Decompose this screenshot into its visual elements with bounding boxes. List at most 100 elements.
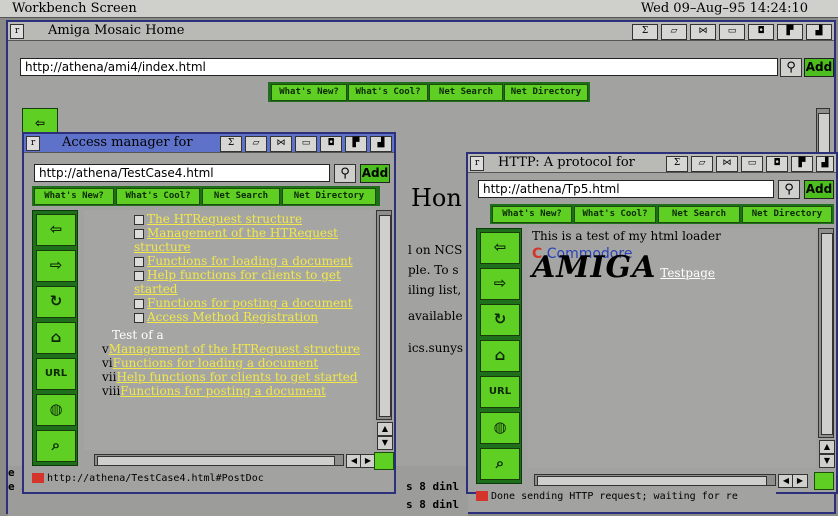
main-heading: Hon (411, 184, 462, 212)
numbered-link[interactable]: Management of the HTRequest structure (109, 342, 360, 356)
globe-icon[interactable]: ◍ (36, 394, 76, 426)
link-help-functions[interactable]: Help functions for clients to get starte… (134, 268, 341, 296)
amiga-logo: AMIGA (532, 250, 657, 285)
main-nav-bar: What's New? What's Cool? Net Search Net … (268, 82, 590, 102)
scroll-down-icon[interactable]: ▼ (377, 436, 393, 450)
http-add-button[interactable]: Add (804, 180, 834, 199)
access-status-light (374, 452, 394, 470)
scroll-thumb[interactable] (821, 233, 833, 435)
main-titlebar[interactable]: r Amiga Mosaic Home Σ ▱ ⋈ ▭ ◘ ▛ ▟ (8, 22, 834, 41)
scroll-up-icon[interactable]: ▲ (377, 422, 393, 436)
shell-line: s 8 dinl (406, 480, 459, 493)
numbered-link[interactable]: Functions for loading a document (113, 356, 319, 370)
zoom-icon[interactable]: Σ (666, 155, 688, 172)
lock-icon[interactable]: ⋈ (690, 23, 716, 40)
stop-icon[interactable] (476, 491, 488, 501)
front-icon[interactable]: ▛ (345, 135, 367, 152)
net-search-button[interactable]: Net Search (429, 84, 503, 101)
reload-icon[interactable]: ↻ (480, 304, 520, 336)
hscroll-thumb[interactable] (537, 476, 767, 486)
resize-icon[interactable]: ▭ (719, 23, 745, 40)
search-icon[interactable]: ⚲ (780, 58, 802, 77)
http-titlebar[interactable]: r HTTP: A protocol for Σ ▱ ⋈ ▭ ◘ ▛ ▟ (468, 154, 836, 173)
back-icon[interactable]: ⇦ (36, 214, 76, 246)
depth-icon[interactable]: ▟ (816, 155, 834, 172)
home-icon[interactable]: ⌂ (36, 322, 76, 354)
numbered-link[interactable]: Help functions for clients to get starte… (116, 370, 357, 384)
testpage-link[interactable]: Testpage (660, 266, 715, 280)
http-url-field[interactable]: http://athena/Tp5.html (478, 180, 774, 198)
intro-text: This is a test of my html loader (532, 229, 721, 243)
net-directory-button[interactable]: Net Directory (504, 84, 588, 101)
main-url-field[interactable]: http://athena/ami4/index.html (20, 58, 778, 76)
link-htrequest-structure[interactable]: The HTRequest structure (147, 212, 302, 226)
item-number: vii (102, 370, 117, 384)
forward-icon[interactable]: ⇨ (36, 250, 76, 282)
link-access-method[interactable]: Access Method Registration (147, 310, 318, 324)
close-icon[interactable]: r (470, 156, 484, 171)
http-hscrollbar[interactable] (534, 474, 776, 486)
resize-icon[interactable]: ▭ (295, 135, 317, 152)
iconify-icon[interactable]: ▱ (661, 23, 687, 40)
back-icon[interactable]: ⇦ (480, 232, 520, 264)
hscroll-thumb[interactable] (97, 456, 335, 466)
access-scrollbar[interactable] (376, 210, 392, 420)
scroll-right-icon[interactable]: ▶ (792, 474, 808, 488)
close-icon[interactable]: r (10, 24, 24, 39)
url-icon[interactable]: URL (36, 358, 76, 390)
access-titlebar[interactable]: r Access manager for Σ ▱ ⋈ ▭ ◘ ▛ ▟ (24, 134, 394, 153)
resize-icon[interactable]: ▭ (741, 155, 763, 172)
reload-icon[interactable]: ↻ (36, 286, 76, 318)
depth-icon[interactable]: ▟ (370, 135, 392, 152)
access-url-field[interactable]: http://athena/TestCase4.html (34, 164, 330, 182)
whats-new-button[interactable]: What's New? (34, 188, 114, 205)
net-search-button[interactable]: Net Search (202, 188, 280, 205)
scroll-up-icon[interactable]: ▲ (819, 440, 835, 454)
zoom-icon[interactable]: Σ (632, 23, 658, 40)
bullet-icon (134, 214, 144, 225)
search-icon[interactable]: ⚲ (778, 180, 800, 199)
search-doc-icon[interactable]: ⌕ (36, 430, 76, 462)
forward-icon[interactable]: ⇨ (480, 268, 520, 300)
http-scrollbar[interactable] (818, 228, 834, 438)
home-icon[interactable]: ⌂ (480, 340, 520, 372)
window-icon[interactable]: ◘ (766, 155, 788, 172)
http-status-light (814, 472, 834, 490)
scroll-down-icon[interactable]: ▼ (819, 454, 835, 468)
whats-new-button[interactable]: What's New? (271, 84, 347, 101)
zoom-icon[interactable]: Σ (220, 135, 242, 152)
access-add-button[interactable]: Add (360, 164, 390, 183)
lock-icon[interactable]: ⋈ (716, 155, 738, 172)
link-posting-document[interactable]: Functions for posting a document (147, 296, 353, 310)
search-doc-icon[interactable]: ⌕ (480, 448, 520, 480)
net-directory-button[interactable]: Net Directory (742, 206, 832, 223)
search-icon[interactable]: ⚲ (334, 164, 356, 183)
workbench-title: Workbench Screen (12, 1, 137, 16)
link-management-htrequest[interactable]: Management of the HTRequest structure (134, 226, 338, 254)
access-hscrollbar[interactable] (94, 454, 344, 466)
front-icon[interactable]: ▛ (777, 23, 803, 40)
scroll-thumb[interactable] (379, 215, 391, 417)
front-icon[interactable]: ▛ (791, 155, 813, 172)
whats-cool-button[interactable]: What's Cool? (116, 188, 200, 205)
body-line: l on NCS (408, 243, 463, 257)
window-icon[interactable]: ◘ (320, 135, 342, 152)
iconify-icon[interactable]: ▱ (691, 155, 713, 172)
net-directory-button[interactable]: Net Directory (282, 188, 376, 205)
whats-cool-button[interactable]: What's Cool? (574, 206, 656, 223)
globe-icon[interactable]: ◍ (480, 412, 520, 444)
depth-icon[interactable]: ▟ (806, 23, 832, 40)
whats-new-button[interactable]: What's New? (492, 206, 572, 223)
window-icon[interactable]: ◘ (748, 23, 774, 40)
iconify-icon[interactable]: ▱ (245, 135, 267, 152)
lock-icon[interactable]: ⋈ (270, 135, 292, 152)
close-icon[interactable]: r (26, 136, 40, 151)
main-add-button[interactable]: Add (804, 58, 834, 77)
numbered-item: viiiFunctions for posting a document (102, 384, 374, 398)
numbered-link[interactable]: Functions for posting a document (120, 384, 326, 398)
stop-icon[interactable] (32, 473, 44, 483)
whats-cool-button[interactable]: What's Cool? (348, 84, 428, 101)
net-search-button[interactable]: Net Search (658, 206, 740, 223)
url-icon[interactable]: URL (480, 376, 520, 408)
link-loading-document[interactable]: Functions for loading a document (147, 254, 353, 268)
